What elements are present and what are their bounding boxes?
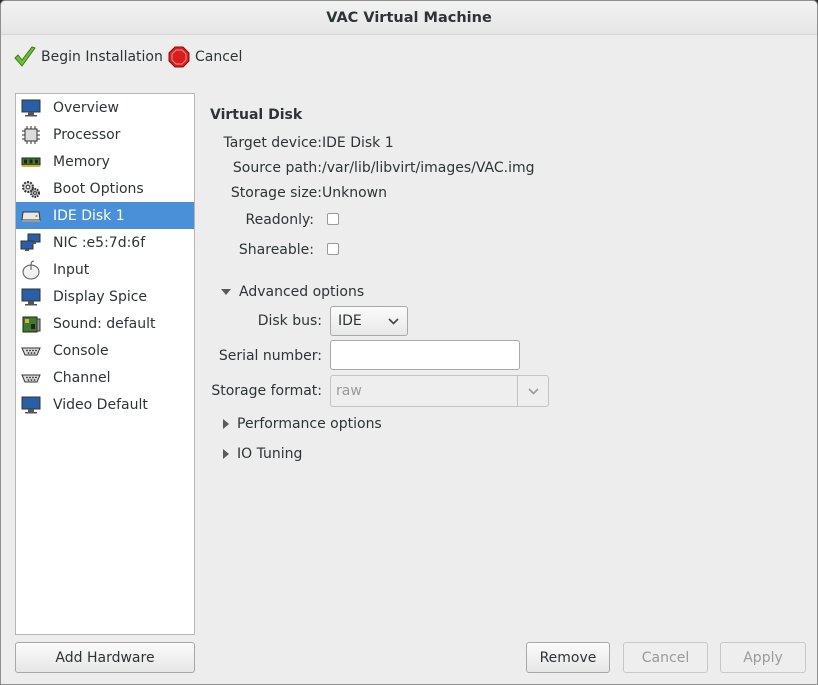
sidebar-item-label: IDE Disk 1 <box>53 207 125 224</box>
io-tuning-label: IO Tuning <box>237 446 303 462</box>
sidebar-item-label: Overview <box>53 99 119 116</box>
storage-size-value: Unknown <box>322 185 387 201</box>
shareable-label: Shareable: <box>238 242 314 258</box>
gears-icon <box>20 178 42 200</box>
collapsed-arrow-icon <box>223 449 229 459</box>
checkmark-icon <box>13 45 37 69</box>
hard-disk-icon <box>20 205 42 227</box>
sidebar-item-nic[interactable]: NIC :e5:7d:6f <box>16 229 194 256</box>
sidebar-item-overview[interactable]: Overview <box>16 94 194 121</box>
sidebar-item-video-default[interactable]: Video Default <box>16 391 194 418</box>
memory-module-icon <box>20 151 42 173</box>
sidebar-item-console[interactable]: Console <box>16 337 194 364</box>
disk-bus-label: Disk bus: <box>257 313 322 329</box>
toolbar: Begin Installation Cancel <box>1 36 817 78</box>
target-device-label: Target device: <box>223 135 322 151</box>
sidebar-item-processor[interactable]: Processor <box>16 121 194 148</box>
monitor-icon <box>20 97 42 119</box>
performance-options-expander[interactable]: Performance options <box>221 416 382 432</box>
sidebar-item-label: Video Default <box>53 396 148 413</box>
storage-format-label: Storage format: <box>211 383 322 399</box>
apply-button[interactable]: Apply <box>720 642 806 673</box>
sound-card-icon <box>20 313 42 335</box>
disk-details-panel: Virtual Disk Target device: IDE Disk 1 S… <box>210 101 810 601</box>
chevron-down-icon[interactable] <box>528 385 539 401</box>
monitor-icon <box>20 286 42 308</box>
sidebar-item-label: NIC :e5:7d:6f <box>53 234 146 251</box>
sidebar-item-label: Boot Options <box>53 180 144 197</box>
begin-installation-label: Begin Installation <box>41 49 163 65</box>
sidebar-item-sound[interactable]: Sound: default <box>16 310 194 337</box>
toolbar-cancel-label: Cancel <box>195 49 243 65</box>
cpu-chip-icon <box>20 124 42 146</box>
chevron-down-icon <box>388 315 399 331</box>
io-tuning-expander[interactable]: IO Tuning <box>221 446 302 462</box>
window-title: VAC Virtual Machine <box>1 1 817 35</box>
storage-format-combo[interactable]: raw <box>330 375 549 407</box>
source-path-value: /var/lib/libvirt/images/VAC.img <box>322 160 535 176</box>
sidebar-item-display-spice[interactable]: Display Spice <box>16 283 194 310</box>
storage-format-value: raw <box>336 383 362 399</box>
sidebar-item-label: Sound: default <box>53 315 156 332</box>
sidebar-item-label: Console <box>53 342 109 359</box>
sidebar-item-label: Channel <box>53 369 111 386</box>
begin-installation-button[interactable]: Begin Installation <box>13 45 163 69</box>
serial-port-icon <box>20 340 42 362</box>
advanced-options-label: Advanced options <box>239 284 365 300</box>
storage-size-label: Storage size: <box>230 185 322 201</box>
sidebar-item-memory[interactable]: Memory <box>16 148 194 175</box>
monitor-icon <box>20 394 42 416</box>
serial-number-label: Serial number: <box>218 348 322 364</box>
combo-separator <box>517 376 518 406</box>
disk-bus-value: IDE <box>338 313 362 329</box>
disk-bus-select[interactable]: IDE <box>330 306 408 336</box>
readonly-checkbox[interactable] <box>327 213 339 225</box>
target-device-value: IDE Disk 1 <box>322 135 394 151</box>
source-path-label: Source path: <box>232 160 322 176</box>
sidebar-item-label: Memory <box>53 153 110 170</box>
cancel-button[interactable]: Cancel <box>623 642 708 673</box>
sidebar-item-label: Display Spice <box>53 288 148 305</box>
vm-details-window: VAC Virtual Machine Begin Installation C… <box>0 0 818 685</box>
readonly-label: Readonly: <box>245 212 315 228</box>
serial-port-icon <box>20 367 42 389</box>
section-title: Virtual Disk <box>210 107 303 123</box>
sidebar-item-label: Processor <box>53 126 121 143</box>
advanced-options-expander[interactable]: Advanced options <box>221 284 364 300</box>
stop-icon <box>167 45 191 69</box>
sidebar-item-input[interactable]: Input <box>16 256 194 283</box>
sidebar-item-ide-disk-1[interactable]: IDE Disk 1 <box>16 202 194 229</box>
serial-number-input[interactable] <box>330 340 520 370</box>
toolbar-cancel-button[interactable]: Cancel <box>167 45 242 69</box>
shareable-checkbox[interactable] <box>327 243 339 255</box>
collapsed-arrow-icon <box>223 419 229 429</box>
sidebar-item-channel[interactable]: Channel <box>16 364 194 391</box>
hardware-list: Overview Processor Memory Boot Options I… <box>15 93 195 635</box>
network-icon <box>20 232 42 254</box>
sidebar-item-boot-options[interactable]: Boot Options <box>16 175 194 202</box>
mouse-icon <box>20 259 42 281</box>
performance-options-label: Performance options <box>237 416 382 432</box>
add-hardware-button[interactable]: Add Hardware <box>15 642 195 673</box>
expanded-arrow-icon <box>221 289 231 295</box>
sidebar-item-label: Input <box>53 261 90 278</box>
remove-button[interactable]: Remove <box>526 642 610 673</box>
